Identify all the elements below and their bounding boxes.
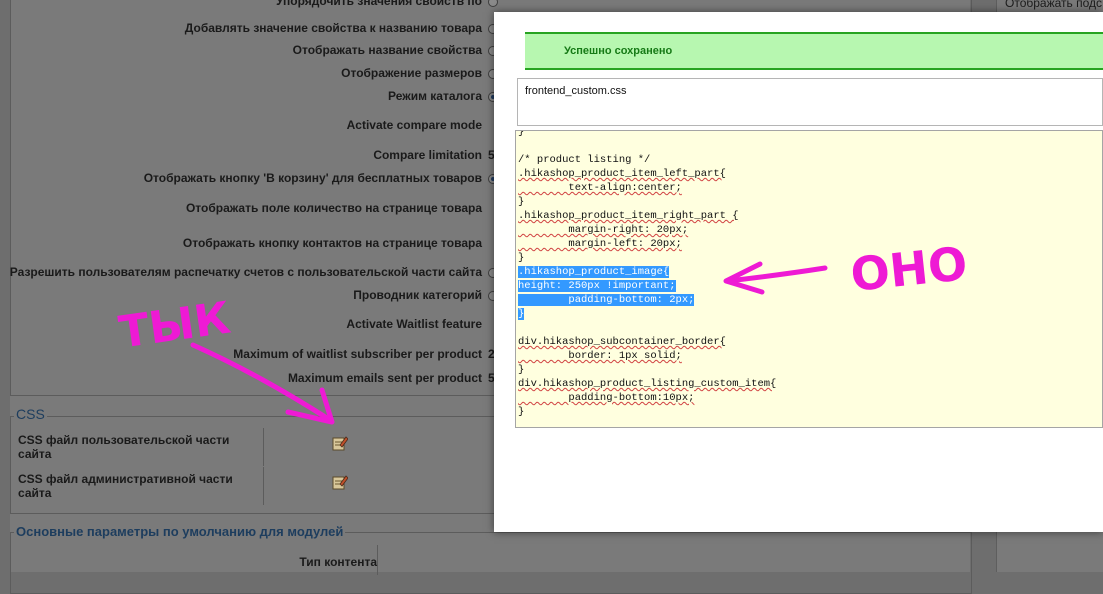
filename-text: frontend_custom.css <box>525 85 627 97</box>
edit-icon[interactable] <box>332 435 348 451</box>
settings-row-label: Упорядочить значения свойств по <box>276 0 482 8</box>
settings-row-label: Maximum emails sent per product <box>287 371 482 385</box>
css-frontend-label-text: CSS файл пользовательской части сайта <box>18 433 230 461</box>
code-line: } <box>518 405 524 419</box>
edit-icon[interactable] <box>332 474 348 490</box>
settings-row-label: Режим каталога <box>387 89 482 103</box>
code-line: padding-bottom: 2px; <box>518 293 695 307</box>
settings-row-label: Compare limitation <box>373 148 482 162</box>
css-code-editor[interactable]: } /* product listing */ .hikashop_product_… <box>515 130 1103 428</box>
code-line: div.hikashop_product_listing_custom_item… <box>518 377 776 391</box>
code-line-text: } <box>518 252 525 264</box>
code-line: padding-bottom:10px; <box>518 391 694 405</box>
code-line: } <box>518 195 524 209</box>
settings-row-label: Отображать кнопку 'В корзину' для беспла… <box>143 171 482 185</box>
code-line-text: .hikashop_product_image{ <box>518 266 670 278</box>
code-line: } <box>518 130 525 139</box>
filename-field[interactable]: frontend_custom.css <box>517 78 1103 126</box>
settings-row-label: Разрешить пользователям распечатку счето… <box>9 265 482 279</box>
right-panel-label: Отображать подс <box>1005 0 1103 10</box>
modules-legend: Основные параметры по умолчанию для моду… <box>14 524 346 539</box>
code-line: .hikashop_product_item_right_part { <box>518 209 739 223</box>
settings-row-label: Проводник категорий <box>353 288 482 302</box>
css-frontend-label: CSS файл пользовательской части сайта <box>14 428 264 466</box>
css-legend: CSS <box>14 406 47 422</box>
code-line: height: 250px !important; <box>518 279 676 293</box>
code-line: border: 1px solid; <box>518 349 682 363</box>
code-line: div.hikashop_subcontainer_border{ <box>518 335 726 349</box>
settings-row-label: Maximum of waitlist subscriber per produ… <box>233 347 482 361</box>
code-line-text: } <box>518 196 525 208</box>
code-line-text: height: 250px !important; <box>518 280 676 292</box>
code-line: /* product listing */ <box>518 153 650 167</box>
code-line: .hikashop_product_item_left_part{ <box>518 167 726 181</box>
code-line: margin-left: 20px; <box>518 237 682 251</box>
code-line: } <box>518 307 525 321</box>
code-line-text: div.hikashop_subcontainer_border{ <box>518 336 726 348</box>
code-line-text: } <box>518 364 525 376</box>
settings-row-label: Activate compare mode <box>346 118 482 132</box>
code-line-text: padding-bottom:10px; <box>518 392 695 404</box>
settings-row-label: Отображать кнопку контактов на странице … <box>182 236 482 250</box>
code-line-text: padding-bottom: 2px; <box>518 294 695 306</box>
css-admin-label-text: CSS файл административной части сайта <box>18 472 233 500</box>
code-line-text: } <box>518 130 525 138</box>
code-line: } <box>518 251 524 265</box>
code-line: } <box>518 363 524 377</box>
code-line-text: } <box>518 308 525 320</box>
code-line-text: .hikashop_product_item_right_part { <box>518 210 739 222</box>
code-line: text-align:center; <box>518 181 682 195</box>
code-line: .hikashop_product_image{ <box>518 265 670 279</box>
settings-row-label: Отображать название свойства <box>292 43 482 57</box>
success-message-text: Успешно сохранено <box>564 45 673 57</box>
code-line-text: } <box>518 406 525 418</box>
edit-css-dialog: Успешно сохранено frontend_custom.css } /… <box>494 12 1103 532</box>
settings-row-label: Отображение размеров <box>341 66 482 80</box>
success-message: Успешно сохранено <box>525 32 1103 70</box>
code-line-text: /* product listing */ <box>518 154 651 166</box>
settings-row-label: Отображать поле количество на странице т… <box>185 201 482 215</box>
code-line-text: border: 1px solid; <box>518 350 682 362</box>
settings-row-label: Добавлять значение свойства к названию т… <box>184 21 482 35</box>
code-line: margin-right: 20px; <box>518 223 688 237</box>
code-line-text: text-align:center; <box>518 182 682 194</box>
settings-row-label: Activate Waitlist feature <box>346 317 482 331</box>
content-type-label: Тип контента <box>299 555 377 569</box>
code-line-text: margin-left: 20px; <box>518 238 682 250</box>
code-line-text: margin-right: 20px; <box>518 224 689 236</box>
css-admin-label: CSS файл административной части сайта <box>14 467 264 505</box>
code-line-text: div.hikashop_product_listing_custom_item… <box>518 378 777 390</box>
code-line-text: .hikashop_product_item_left_part{ <box>518 168 726 180</box>
